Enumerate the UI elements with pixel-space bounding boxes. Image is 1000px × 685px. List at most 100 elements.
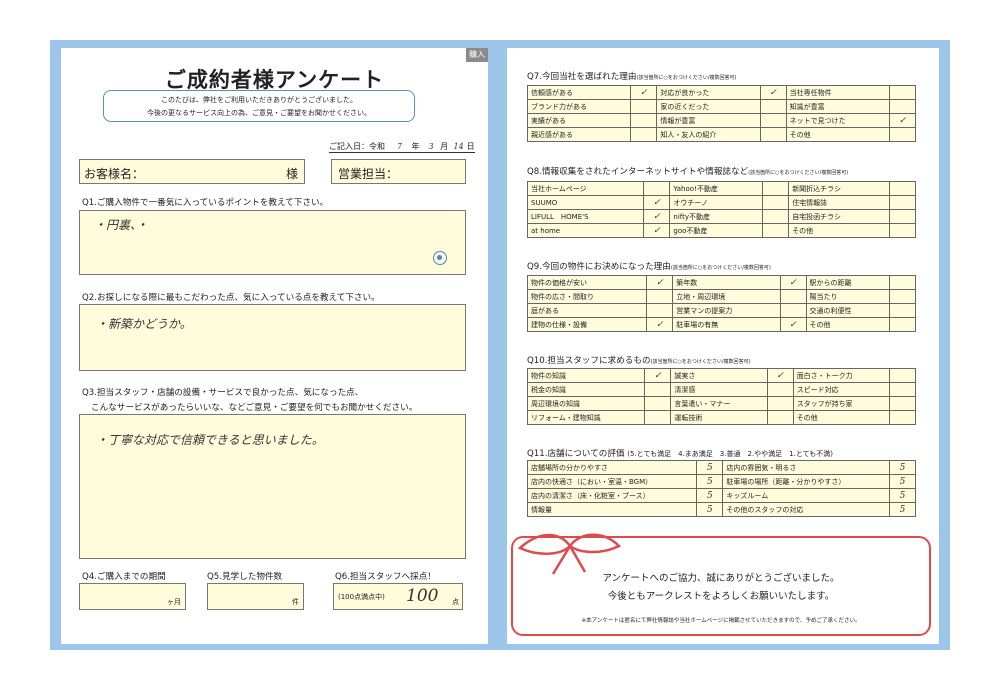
answer-mark-cell[interactable] <box>889 410 916 425</box>
option-label: 知識が豊富 <box>785 99 891 114</box>
answer-mark-cell[interactable]: 5 <box>889 488 916 503</box>
answer-mark-cell[interactable] <box>766 396 794 411</box>
answer-mark-cell[interactable] <box>644 410 672 425</box>
answer-mark-cell[interactable] <box>643 181 671 196</box>
ribbon-decoration <box>517 533 622 575</box>
q7-question: Q7.今回当社を選ばれた理由 <box>527 72 637 82</box>
answer-mark-cell[interactable]: ✓ <box>630 85 658 100</box>
sales-staff-label: 営業担当： <box>338 167 399 181</box>
answer-mark-cell[interactable] <box>766 410 794 425</box>
q4-answer-box[interactable]: ヶ月 <box>79 583 186 610</box>
answer-mark-cell[interactable] <box>889 382 916 397</box>
answer-mark-cell[interactable] <box>630 127 658 142</box>
q8-table: 当社ホームページ Yahoo!不動産 新聞折込チラシ SUUMO ✓ オウチーノ 住宅情報誌… <box>526 181 916 238</box>
answer-mark-cell[interactable] <box>646 289 674 304</box>
q3-answer-box[interactable]: ・丁寧な対応で信頼できると思いました。 <box>79 414 466 559</box>
answer-mark-cell[interactable] <box>762 181 790 196</box>
answer-mark-cell[interactable] <box>889 181 916 196</box>
option-label: その他 <box>788 223 890 238</box>
q3-question-line-2: こんなサービスがあったらいいな、などご意見・ご要望を何でもお聞かせください。 <box>91 403 418 413</box>
option-label: 自宅投函チラシ <box>788 209 890 224</box>
answer-mark-cell[interactable] <box>759 99 787 114</box>
option-label: キッズルーム <box>722 488 890 503</box>
answer-mark-cell[interactable]: 5 <box>696 488 724 503</box>
survey-right-page: Q7.今回当社を選ばれた理由(該当箇所に○をおつけください/複数回答可) 信頼感… <box>507 48 939 644</box>
option-label: 物件の広さ・間取り <box>526 289 648 304</box>
answer-mark-cell[interactable] <box>779 289 807 304</box>
answer-mark-cell[interactable] <box>889 99 916 114</box>
answer-mark-cell[interactable] <box>889 275 916 290</box>
option-label: 陽当たり <box>805 289 891 304</box>
answer-mark-cell[interactable] <box>779 303 807 318</box>
q11-question: Q11.店舗についての評価 <box>527 449 625 459</box>
answer-mark-cell[interactable] <box>889 317 916 332</box>
answer-mark-cell[interactable]: 5 <box>696 502 724 517</box>
answer-mark-cell[interactable]: ✓ <box>646 275 674 290</box>
q5-answer-box[interactable]: 件 <box>207 583 304 610</box>
intro-box: このたびは、弊社をご利用いただきありがとうございました。 今後の更なるサービス向… <box>103 90 415 122</box>
q7-table: 信頼感がある ✓ 対応が良かった ✓ 当社専任物件 ブランド力がある 家の近くだった 知識が豊… <box>526 85 916 142</box>
answer-mark-cell[interactable] <box>630 113 658 128</box>
answer-mark-cell[interactable]: ✓ <box>646 317 674 332</box>
answer-mark-cell[interactable] <box>759 113 787 128</box>
answer-mark-cell[interactable]: 5 <box>889 474 916 489</box>
answer-mark-cell[interactable]: ✓ <box>643 209 671 224</box>
answer-mark-cell[interactable]: ✓ <box>643 195 671 210</box>
answer-mark-cell[interactable] <box>759 127 787 142</box>
q2-answer-box[interactable]: ・新築かどうか。 <box>79 304 466 371</box>
sales-staff-field[interactable]: 営業担当： <box>331 159 466 184</box>
answer-mark-cell[interactable] <box>889 223 916 238</box>
answer-mark-cell[interactable]: 5 <box>889 502 916 517</box>
option-label: 言葉遣い・マナー <box>670 396 768 411</box>
q11-heading: Q11.店舗についての評価 (5.とても満足 4.まあ満足 3.普通 2.やや満… <box>527 447 833 459</box>
q7-note: (該当箇所に○をおつけください/複数回答可) <box>636 75 737 81</box>
answer-mark-cell[interactable] <box>644 396 672 411</box>
answer-mark-cell[interactable]: ✓ <box>779 275 807 290</box>
option-label: 運転技術 <box>670 410 768 425</box>
customer-name-field[interactable]: お客様名： 様 <box>79 159 305 184</box>
answer-mark-cell[interactable] <box>889 127 916 142</box>
answer-mark-cell[interactable] <box>889 396 916 411</box>
answer-mark-cell[interactable]: 5 <box>696 474 724 489</box>
thanks-line-2: 今後ともアークレストをよろしくお願いいたします。 <box>607 591 835 602</box>
option-label: 面白さ・トーク力 <box>792 368 891 383</box>
q1-answer-box[interactable]: ・円裏、・ <box>79 210 466 275</box>
option-label: 庭がある <box>526 303 648 318</box>
answer-mark-cell[interactable] <box>889 368 916 383</box>
q4-question: Q4.ご購入までの期間 <box>82 572 166 582</box>
answer-mark-cell[interactable]: ✓ <box>643 223 671 238</box>
answer-mark-cell[interactable]: ✓ <box>889 113 916 128</box>
answer-mark-cell[interactable] <box>889 209 916 224</box>
answer-mark-cell[interactable] <box>889 195 916 210</box>
answer-mark-cell[interactable] <box>889 303 916 318</box>
answer-mark-cell[interactable]: ✓ <box>779 317 807 332</box>
answer-mark-cell[interactable] <box>630 99 658 114</box>
answer-mark-cell[interactable] <box>644 382 672 397</box>
answer-mark-cell[interactable]: 5 <box>696 460 724 475</box>
answer-mark-cell[interactable]: 5 <box>889 460 916 475</box>
option-label: SUUMO <box>526 195 645 210</box>
answer-mark-cell[interactable] <box>762 223 790 238</box>
option-label: リフォーム・建物知識 <box>526 410 646 425</box>
option-label: 住宅情報誌 <box>788 195 890 210</box>
answer-mark-cell[interactable] <box>766 382 794 397</box>
q6-score: 100 <box>406 586 439 606</box>
q8-row: SUUMO ✓ オウチーノ 住宅情報誌 <box>526 195 916 210</box>
answer-mark-cell[interactable] <box>762 209 790 224</box>
date-day-unit: 日 <box>466 142 475 151</box>
q7-heading: Q7.今回当社を選ばれた理由(該当箇所に○をおつけください/複数回答可) <box>527 70 736 82</box>
answer-mark-cell[interactable]: ✓ <box>644 368 672 383</box>
answer-mark-cell[interactable] <box>889 289 916 304</box>
answer-mark-cell[interactable]: ✓ <box>759 85 787 100</box>
option-label: 店内の快適さ（におい・室温・BGM） <box>526 474 698 489</box>
answer-mark-cell[interactable] <box>762 195 790 210</box>
option-label: ネットで見つけた <box>785 113 891 128</box>
publication-note: ※本アンケートは匿名にて弊社情報誌や当社ホームページに掲載させていただきますので… <box>581 618 861 624</box>
answer-mark-cell[interactable] <box>646 303 674 318</box>
answer-mark-cell[interactable]: ✓ <box>766 368 794 383</box>
q2-answer: ・新築かどうか。 <box>96 317 192 331</box>
q5-unit: 件 <box>292 598 299 606</box>
q6-answer-box[interactable]: (100点満点中) 100 点 <box>333 583 463 610</box>
answer-mark-cell[interactable] <box>889 85 916 100</box>
q9-table: 物件の価格が安い ✓ 築年数 ✓ 駅からの距離 物件の広さ・間取り 立地・周辺環境 陽当たり庭… <box>526 275 916 332</box>
